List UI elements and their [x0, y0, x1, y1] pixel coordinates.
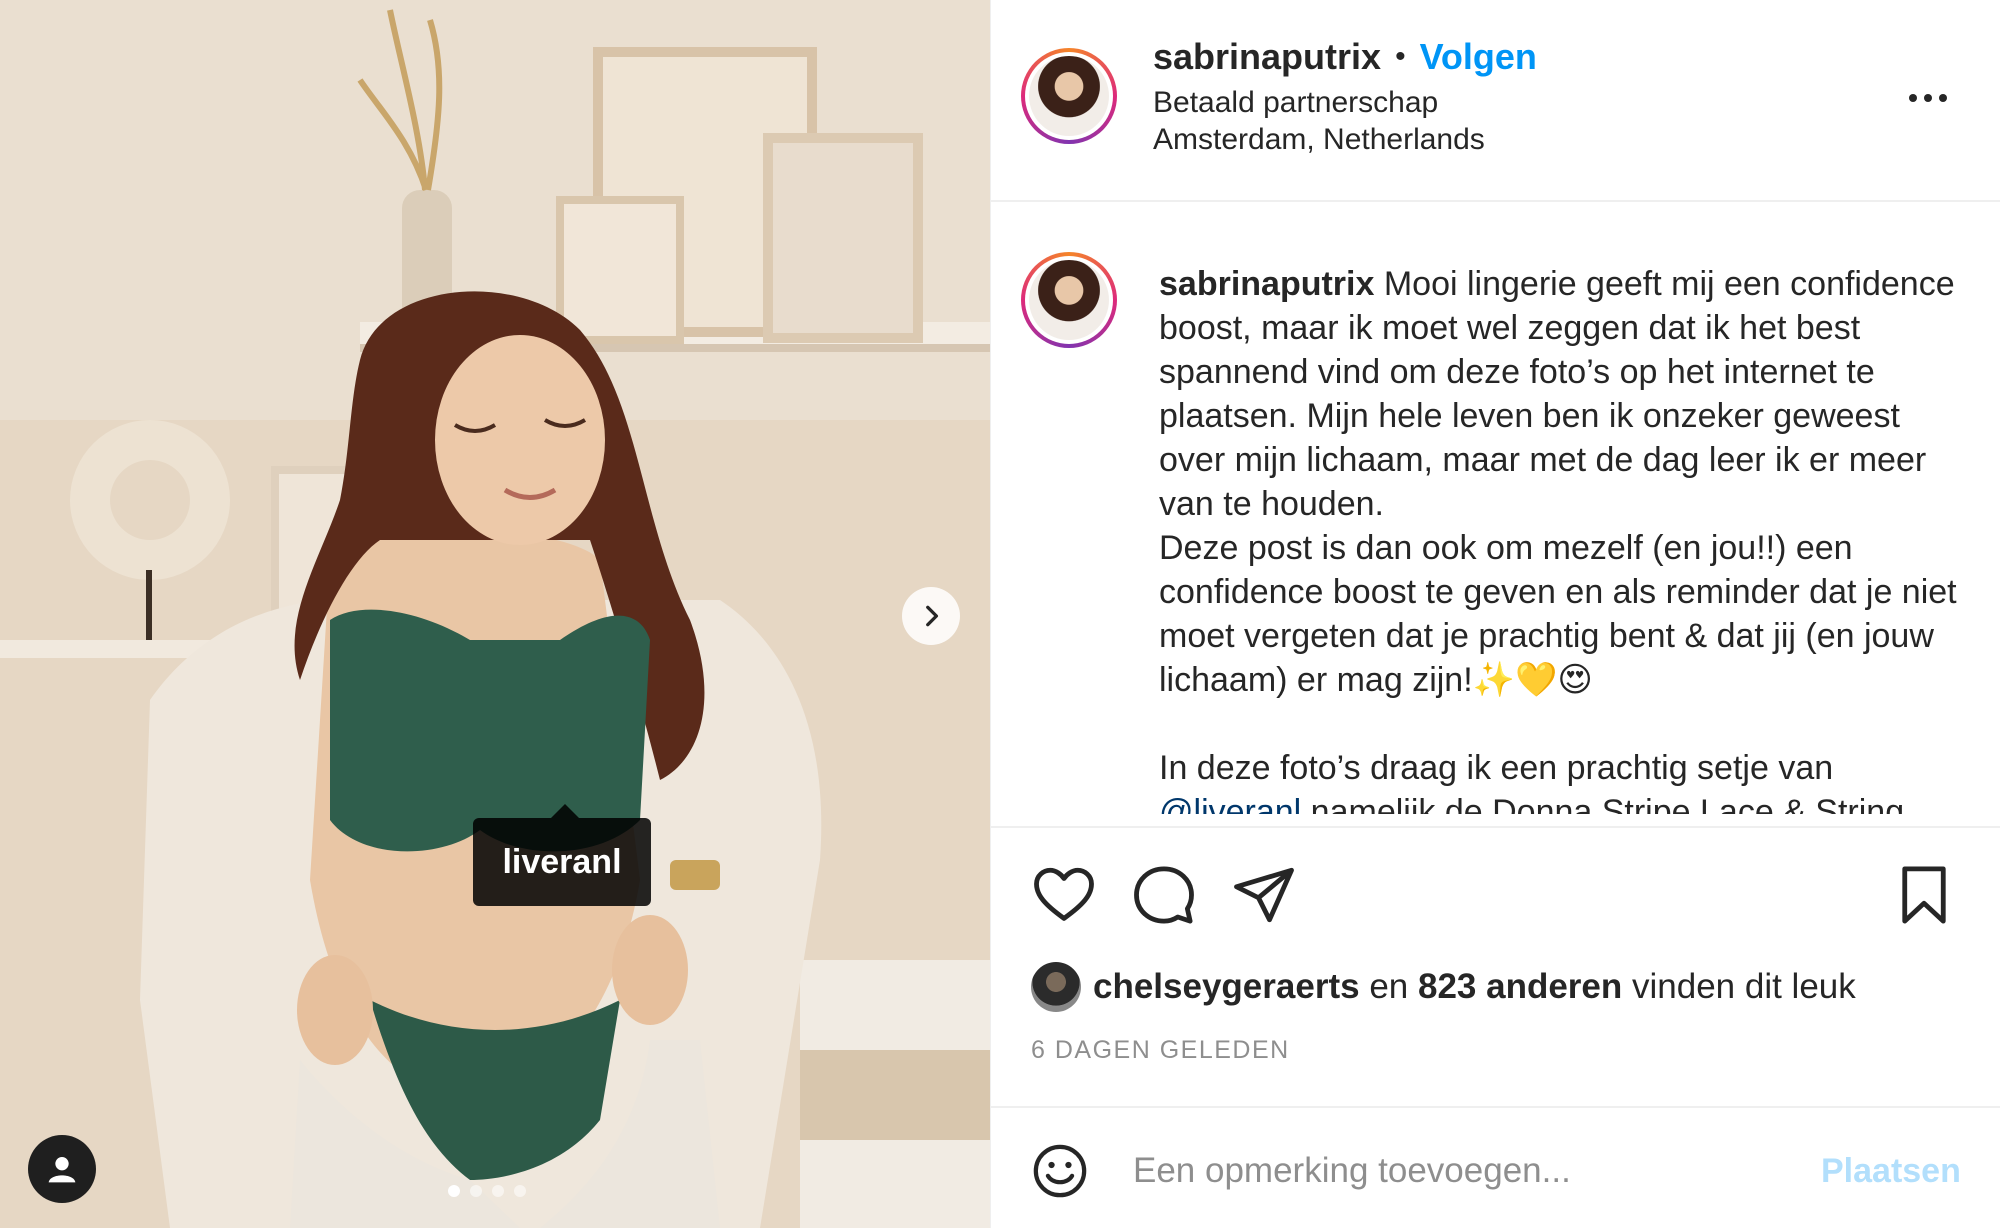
post-timestamp[interactable]: 6 DAGEN GELEDEN	[1031, 1036, 1290, 1065]
carousel-dot-1	[448, 1185, 460, 1197]
smiley-icon	[1033, 1144, 1087, 1198]
more-horizontal-icon	[1909, 94, 1947, 102]
user-tags-button[interactable]	[28, 1135, 96, 1203]
share-icon	[1234, 867, 1294, 923]
action-bar	[991, 862, 2000, 928]
likes-suffix: vinden dit leuk	[1632, 967, 1856, 1006]
like-button[interactable]	[1031, 862, 1097, 928]
header-divider	[991, 200, 2000, 202]
paid-partnership-label[interactable]: Betaald partnerschap	[1153, 86, 1438, 120]
follow-button[interactable]: Volgen	[1420, 36, 1537, 78]
caption-text-continued: nameliik de Donna Stripe Lace & String	[1301, 793, 1905, 814]
caption-username[interactable]: sabrinaputrix	[1159, 265, 1374, 303]
carousel-dot-3	[492, 1185, 504, 1197]
carousel-dot-4	[514, 1185, 526, 1197]
product-tag[interactable]: liveranl	[473, 804, 651, 906]
post-caption: sabrinaputrix Mooi lingerie geeft mij ee…	[1159, 262, 1974, 814]
author-username[interactable]: sabrinaputrix	[1153, 36, 1381, 78]
caption-divider	[991, 826, 2000, 828]
author-avatar-image	[1029, 56, 1109, 136]
more-options-button[interactable]	[1903, 78, 1953, 118]
chevron-right-icon	[926, 605, 939, 627]
product-tag-label: liveranl	[502, 842, 622, 881]
caption-mention-link[interactable]: @liveranl	[1159, 793, 1301, 814]
user-icon	[48, 1157, 76, 1183]
likes-connector: en	[1369, 967, 1409, 1006]
location-link[interactable]: Amsterdam, Netherlands	[1153, 123, 1485, 157]
post-details-panel: sabrinaputrix • Volgen Betaald partnersc…	[990, 0, 2000, 1228]
caption-text: Mooi lingerie geeft mij een confidence b…	[1159, 265, 1957, 787]
liker-username[interactable]: chelseygeraerts	[1093, 967, 1360, 1006]
photo-scene	[0, 0, 990, 1228]
bookmark-icon	[1902, 866, 1946, 924]
likes-count-link[interactable]: 823 anderen	[1418, 967, 1622, 1006]
comment-button[interactable]	[1131, 862, 1197, 928]
heart-icon	[1034, 867, 1094, 921]
comment-form: Plaatsen	[991, 1108, 2000, 1228]
liker-avatar[interactable]	[1031, 962, 1081, 1012]
caption-avatar-image	[1029, 260, 1109, 340]
post-photo[interactable]: liveranl	[0, 0, 990, 1228]
emoji-button[interactable]	[1031, 1142, 1089, 1200]
share-button[interactable]	[1231, 862, 1297, 928]
post-header: sabrinaputrix • Volgen	[1153, 36, 1537, 78]
post-comment-button[interactable]: Plaatsen	[1821, 1152, 1961, 1191]
likes-summary: chelseygeraerts en 823 anderen vinden di…	[1031, 962, 1856, 1012]
carousel-indicator	[448, 1185, 526, 1197]
author-avatar[interactable]	[1021, 48, 1117, 144]
carousel-dot-2	[470, 1185, 482, 1197]
comment-icon	[1134, 866, 1194, 924]
next-photo-button[interactable]	[902, 587, 960, 645]
save-button[interactable]	[1891, 862, 1957, 928]
separator-dot: •	[1395, 40, 1406, 73]
comment-input[interactable]	[1131, 1140, 1775, 1202]
caption-avatar[interactable]	[1021, 252, 1117, 348]
